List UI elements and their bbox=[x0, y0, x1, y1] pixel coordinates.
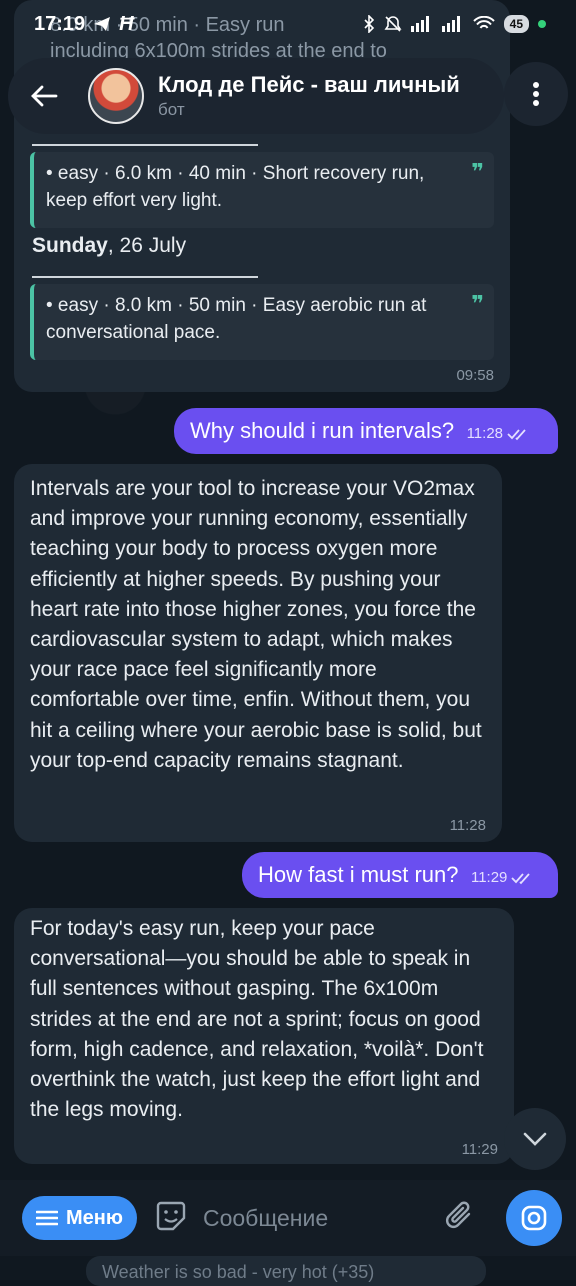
attach-button[interactable] bbox=[445, 1200, 475, 1237]
wifi-icon bbox=[472, 16, 495, 29]
mute-icon bbox=[384, 16, 402, 32]
arrow-left-icon bbox=[31, 85, 58, 107]
app-notification-icon: Ħ bbox=[119, 12, 134, 35]
camera-button[interactable] bbox=[506, 1190, 562, 1246]
quote-icon: ❞ bbox=[471, 291, 484, 316]
message-meta: 11:29 bbox=[471, 869, 533, 886]
message-text: How fast i must run? bbox=[258, 862, 459, 887]
message-input[interactable] bbox=[200, 1203, 435, 1233]
battery-indicator: 45 bbox=[503, 15, 529, 33]
workout-text: • easy · 6.0 km · 40 min · Short recover… bbox=[46, 163, 425, 211]
incoming-message: For today's easy run, keep your pace con… bbox=[14, 908, 514, 1164]
menu-label: Меню bbox=[66, 1206, 123, 1229]
bot-menu-button[interactable]: Меню bbox=[22, 1196, 137, 1240]
message-composer: Меню bbox=[0, 1180, 576, 1256]
status-bar: 17:19 Ħ 45 bbox=[0, 0, 576, 48]
chevron-down-icon bbox=[523, 1132, 547, 1146]
camera-icon bbox=[521, 1205, 547, 1231]
workout-quote-sunday: • easy · 8.0 km · 50 min · Easy aerobic … bbox=[30, 284, 494, 360]
message-text: Intervals are your tool to increase your… bbox=[30, 477, 482, 772]
outgoing-message: How fast i must run? 11:29 bbox=[242, 852, 558, 898]
signal-icon bbox=[410, 16, 429, 32]
back-button[interactable] bbox=[12, 64, 76, 128]
double-check-icon bbox=[507, 428, 526, 440]
message-time: 11:29 bbox=[461, 1141, 498, 1158]
sticker-icon bbox=[156, 1201, 186, 1230]
more-options-button[interactable] bbox=[504, 62, 568, 126]
chat-header: Клод де Пейс - ваш личный бот bbox=[8, 58, 504, 134]
divider bbox=[32, 276, 258, 278]
bluetooth-icon bbox=[364, 15, 374, 33]
paperclip-icon bbox=[445, 1201, 471, 1228]
message-meta: 11:28 bbox=[467, 425, 529, 442]
message-time: 11:29 bbox=[470, 869, 508, 886]
incoming-message: Intervals are your tool to increase your… bbox=[14, 464, 502, 842]
outgoing-message: Why should i run intervals? 11:28 bbox=[174, 408, 558, 454]
avatar[interactable] bbox=[88, 68, 144, 124]
clock: 17:19 bbox=[34, 12, 86, 35]
scroll-to-bottom-button[interactable] bbox=[504, 1108, 566, 1170]
privacy-indicator-dot bbox=[538, 20, 546, 28]
chat-title: Клод де Пейс - ваш личный bbox=[158, 72, 460, 97]
menu-icon bbox=[36, 1210, 58, 1226]
chat-subtitle: бот bbox=[158, 100, 185, 119]
workout-text: • easy · 8.0 km · 50 min · Easy aerobic … bbox=[46, 295, 427, 343]
day-name: Sunday bbox=[32, 234, 108, 257]
message-time: 11:28 bbox=[449, 817, 486, 834]
pinned-preview: Weather is so bad - very hot (+35) bbox=[86, 1256, 486, 1286]
workout-quote-saturday: • easy · 6.0 km · 40 min · Short recover… bbox=[30, 152, 494, 228]
double-check-icon bbox=[511, 872, 531, 884]
signal-icon bbox=[441, 16, 460, 32]
chat-info[interactable]: Клод де Пейс - ваш личный бот bbox=[158, 72, 460, 120]
message-time: 09:58 bbox=[456, 367, 494, 384]
message-text: For today's easy run, keep your pace con… bbox=[30, 917, 484, 1122]
sticker-button[interactable] bbox=[155, 1200, 187, 1237]
day-heading: Sunday, 26 July bbox=[32, 234, 186, 258]
telegram-icon bbox=[94, 17, 111, 31]
message-time: 11:28 bbox=[466, 425, 504, 442]
message-text: Why should i run intervals? bbox=[190, 418, 455, 443]
more-vertical-icon bbox=[533, 82, 539, 106]
divider bbox=[32, 144, 258, 146]
day-date: , 26 July bbox=[107, 234, 187, 257]
quote-icon: ❞ bbox=[471, 159, 484, 184]
